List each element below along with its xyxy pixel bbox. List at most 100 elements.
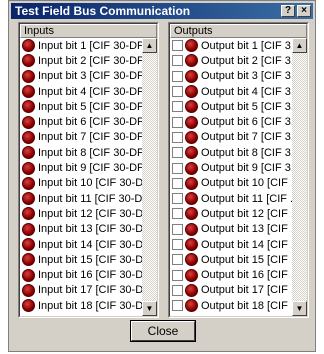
input-row[interactable]: Input bit 13 [CIF 30-D... (20, 222, 142, 237)
scroll-down-arrow-icon[interactable]: ▼ (142, 301, 157, 316)
red-led-icon (185, 268, 198, 282)
input-row[interactable]: Input bit 5 [CIF 30-DP... (20, 99, 142, 114)
scroll-up-arrow-icon[interactable]: ▲ (142, 38, 157, 53)
output-row[interactable]: Output bit 7 [CIF 3... (170, 130, 292, 145)
output-row[interactable]: Output bit 18 [CIF ... (170, 298, 292, 313)
red-led-icon (22, 207, 35, 221)
input-label: Input bit 6 [CIF 30-DP... (38, 116, 142, 129)
input-row[interactable]: Input bit 17 [CIF 30-D... (20, 283, 142, 298)
input-row[interactable]: Input bit 12 [CIF 30-D... (20, 206, 142, 221)
output-row[interactable]: Output bit 9 [CIF 3... (170, 160, 292, 175)
output-row[interactable]: Output bit 10 [CIF ... (170, 176, 292, 191)
red-led-icon (185, 115, 198, 129)
input-row[interactable]: Input bit 15 [CIF 30-D... (20, 252, 142, 267)
outputs-list[interactable]: Output bit 1 [CIF 3... Output bit 2 [CIF … (170, 38, 292, 316)
input-row[interactable]: Input bit 4 [CIF 30-DP... (20, 84, 142, 99)
output-label: Output bit 10 [CIF ... (201, 177, 292, 190)
output-checkbox[interactable] (172, 193, 183, 205)
input-row[interactable]: Input bit 18 [CIF 30-D... (20, 298, 142, 313)
input-label: Input bit 5 [CIF 30-DP... (38, 100, 142, 113)
red-led-icon (22, 222, 35, 236)
red-led-icon (22, 39, 35, 53)
input-label: Input bit 11 [CIF 30-D... (38, 192, 142, 205)
inputs-list[interactable]: Input bit 1 [CIF 30-DP... Input bit 2 [CI… (20, 38, 142, 316)
help-button[interactable]: ? (281, 5, 295, 17)
output-row[interactable]: Output bit 6 [CIF 3... (170, 114, 292, 129)
inputs-header-label: Inputs (24, 25, 54, 37)
input-row[interactable]: Input bit 6 [CIF 30-DP... (20, 114, 142, 129)
input-row[interactable]: Input bit 9 [CIF 30-DP... (20, 160, 142, 175)
output-row[interactable]: Output bit 17 [CIF ... (170, 283, 292, 298)
scroll-down-arrow-icon[interactable]: ▼ (292, 301, 307, 316)
output-label: Output bit 2 [CIF 3... (201, 54, 292, 67)
close-button[interactable]: Close (130, 320, 196, 342)
output-checkbox[interactable] (172, 239, 183, 250)
output-checkbox[interactable] (172, 269, 183, 281)
output-row[interactable]: Output bit 5 [CIF 3... (170, 99, 292, 114)
red-led-icon (22, 283, 35, 297)
red-led-icon (185, 146, 198, 160)
red-led-icon (22, 146, 35, 160)
output-checkbox[interactable] (172, 284, 183, 296)
output-row[interactable]: Output bit 1 [CIF 3... (170, 38, 292, 53)
outputs-header[interactable]: Outputs (170, 24, 307, 38)
title-bar[interactable]: Test Field Bus Communication ? × (11, 3, 313, 19)
output-checkbox[interactable] (172, 131, 183, 143)
output-checkbox[interactable] (172, 300, 183, 312)
inputs-header[interactable]: Inputs (20, 24, 157, 38)
output-row[interactable]: Output bit 2 [CIF 3... (170, 53, 292, 68)
output-checkbox[interactable] (172, 55, 183, 67)
input-label: Input bit 13 [CIF 30-D... (38, 223, 142, 236)
input-row[interactable]: Input bit 14 [CIF 30-D... (20, 237, 142, 252)
output-checkbox[interactable] (172, 162, 183, 174)
red-led-icon (22, 192, 35, 206)
output-row[interactable]: Output bit 16 [CIF ... (170, 267, 292, 282)
input-row[interactable]: Input bit 7 [CIF 30-DP... (20, 130, 142, 145)
input-label: Input bit 1 [CIF 30-DP... (38, 39, 142, 52)
test-field-bus-dialog: Test Field Bus Communication ? × Inputs … (8, 0, 316, 352)
output-checkbox[interactable] (172, 254, 183, 266)
close-window-button[interactable]: × (297, 5, 311, 17)
red-led-icon (185, 222, 198, 236)
red-led-icon (185, 207, 198, 221)
red-led-icon (22, 253, 35, 267)
input-row[interactable]: Input bit 8 [CIF 30-DP... (20, 145, 142, 160)
inputs-panel: Inputs Input bit 1 [CIF 30-DP... Input bi… (18, 22, 159, 318)
output-checkbox[interactable] (172, 177, 183, 189)
output-checkbox[interactable] (172, 86, 183, 98)
output-row[interactable]: Output bit 8 [CIF 3... (170, 145, 292, 160)
input-row[interactable]: Input bit 3 [CIF 30-DP... (20, 69, 142, 84)
output-label: Output bit 3 [CIF 3... (201, 70, 292, 83)
scroll-up-arrow-icon[interactable]: ▲ (292, 38, 307, 53)
input-row[interactable]: Input bit 1 [CIF 30-DP... (20, 38, 142, 53)
output-label: Output bit 11 [CIF ... (201, 192, 292, 205)
output-checkbox[interactable] (172, 223, 183, 235)
input-row[interactable]: Input bit 10 [CIF 30-D... (20, 176, 142, 191)
output-checkbox[interactable] (172, 208, 183, 220)
output-checkbox[interactable] (172, 101, 183, 113)
input-row[interactable]: Input bit 2 [CIF 30-DP... (20, 53, 142, 68)
outputs-scrollbar[interactable]: ▲ ▼ (292, 38, 307, 316)
output-checkbox[interactable] (172, 70, 183, 82)
red-led-icon (185, 192, 198, 206)
output-row[interactable]: Output bit 14 [CIF ... (170, 237, 292, 252)
red-led-icon (22, 54, 35, 68)
output-row[interactable]: Output bit 11 [CIF ... (170, 191, 292, 206)
input-row[interactable]: Input bit 16 [CIF 30-D... (20, 267, 142, 282)
output-row[interactable]: Output bit 15 [CIF ... (170, 252, 292, 267)
output-row[interactable]: Output bit 13 [CIF ... (170, 222, 292, 237)
input-label: Input bit 2 [CIF 30-DP... (38, 54, 142, 67)
output-label: Output bit 17 [CIF ... (201, 284, 292, 297)
output-checkbox[interactable] (172, 147, 183, 159)
output-label: Output bit 18 [CIF ... (201, 299, 292, 312)
inputs-scrollbar[interactable]: ▲ ▼ (142, 38, 157, 316)
output-checkbox[interactable] (172, 40, 183, 52)
output-label: Output bit 9 [CIF 3... (201, 162, 292, 175)
red-led-icon (185, 100, 198, 114)
output-row[interactable]: Output bit 3 [CIF 3... (170, 69, 292, 84)
output-row[interactable]: Output bit 4 [CIF 3... (170, 84, 292, 99)
input-row[interactable]: Input bit 11 [CIF 30-D... (20, 191, 142, 206)
output-checkbox[interactable] (172, 116, 183, 128)
output-row[interactable]: Output bit 12 [CIF ... (170, 206, 292, 221)
input-label: Input bit 14 [CIF 30-D... (38, 238, 142, 251)
